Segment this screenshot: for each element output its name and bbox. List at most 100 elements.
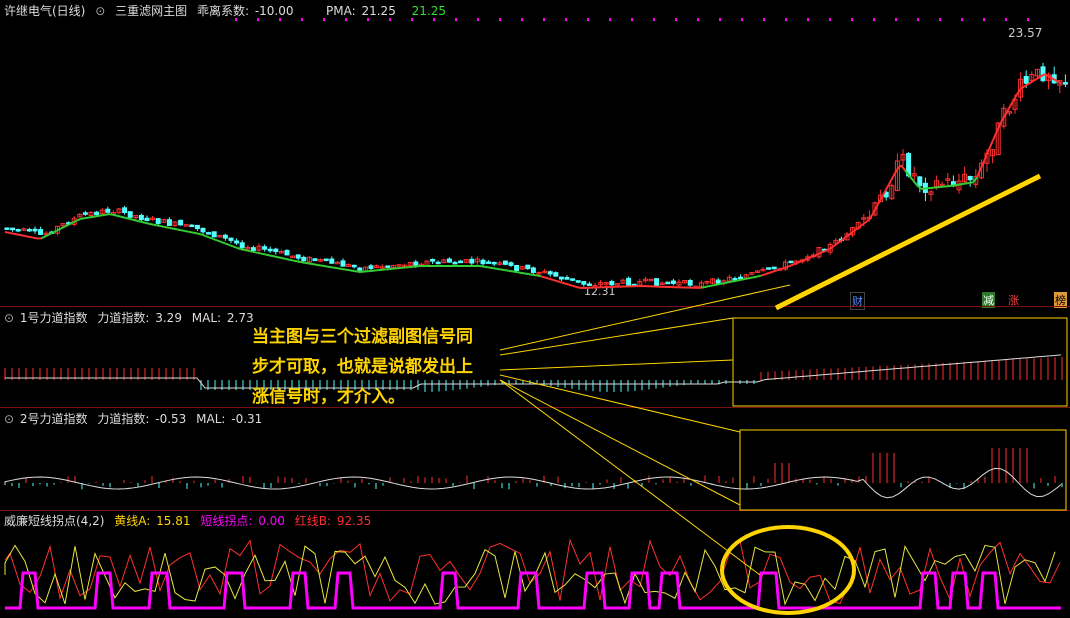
candle-body xyxy=(222,234,228,239)
signal-dot xyxy=(631,18,633,21)
moving-average-segment xyxy=(104,213,110,216)
moving-average-segment xyxy=(556,280,562,284)
force2-ma-line xyxy=(4,467,1062,499)
candle-body xyxy=(530,267,536,273)
candle-body xyxy=(586,283,592,286)
moving-average-segment xyxy=(516,271,522,274)
candle-body xyxy=(570,278,576,281)
moving-average-segment xyxy=(64,223,70,228)
moving-average-segment xyxy=(1024,82,1030,87)
annotation-line-3: 涨信号时，才介入。 xyxy=(252,387,405,407)
moving-average-segment xyxy=(96,214,102,218)
moving-average-segment xyxy=(204,234,210,239)
moving-average-segment xyxy=(88,215,94,219)
moving-average-segment xyxy=(24,235,30,238)
candle-body xyxy=(553,272,559,277)
chart-canvas[interactable] xyxy=(0,0,1070,618)
moving-average-segment xyxy=(128,217,134,221)
moving-average-segment xyxy=(12,232,18,236)
signal-dot xyxy=(543,18,545,21)
signal-dot xyxy=(279,18,281,21)
moving-average-segment xyxy=(336,267,342,270)
moving-average-segment xyxy=(252,250,258,254)
candle-body xyxy=(284,249,290,256)
signal-dot xyxy=(587,18,589,21)
candle-body xyxy=(480,259,486,265)
moving-average-segment xyxy=(520,271,526,275)
candle-body xyxy=(234,240,240,244)
moving-average-segment xyxy=(348,269,354,272)
moving-average-segment xyxy=(772,269,778,273)
moving-average-segment xyxy=(340,267,346,271)
moving-average-segment xyxy=(492,267,498,270)
signal-dot xyxy=(433,18,435,21)
candle-body xyxy=(312,258,318,262)
moving-average-segment xyxy=(248,249,254,253)
moving-average-segment xyxy=(332,266,338,270)
candle-body xyxy=(301,256,307,262)
moving-average-segment xyxy=(860,221,866,227)
moving-average-segment xyxy=(268,254,274,258)
moving-average-segment xyxy=(948,184,954,188)
moving-average-segment xyxy=(488,266,494,270)
moving-average-segment xyxy=(720,282,726,285)
signal-dot xyxy=(367,18,369,21)
candle-body xyxy=(665,281,671,285)
candle-body xyxy=(575,280,581,283)
moving-average-segment xyxy=(700,286,706,289)
moving-average-segment xyxy=(564,282,570,286)
moving-average-segment xyxy=(108,213,114,216)
signal-dot xyxy=(873,18,875,21)
candle-body xyxy=(273,248,279,253)
signal-dot xyxy=(675,18,677,21)
connector-line xyxy=(499,379,741,506)
moving-average-segment xyxy=(164,226,170,229)
signal-dot xyxy=(895,18,897,21)
moving-average-segment xyxy=(84,216,90,220)
candle-body xyxy=(138,214,144,221)
candle-body xyxy=(738,276,744,280)
moving-average-segment xyxy=(112,213,118,217)
moving-average-segment xyxy=(140,220,146,224)
candle-body xyxy=(105,208,111,213)
moving-average-segment xyxy=(20,234,26,237)
moving-average-segment xyxy=(736,278,742,282)
candle-body xyxy=(491,261,497,265)
candle-body xyxy=(771,266,777,270)
candle-body xyxy=(687,280,693,286)
moving-average-segment xyxy=(540,275,546,279)
candle-body xyxy=(502,260,508,265)
moving-average-segment xyxy=(716,282,722,286)
moving-average-segment xyxy=(504,269,510,272)
signal-dot xyxy=(939,18,941,21)
signal-dot xyxy=(1027,18,1029,21)
moving-average-segment xyxy=(548,277,554,281)
moving-average-segment xyxy=(232,245,238,249)
moving-average-segment xyxy=(236,246,242,251)
moving-average-segment xyxy=(324,265,330,268)
moving-average-segment xyxy=(844,233,850,239)
candle-body xyxy=(581,281,587,285)
signal-dot xyxy=(719,18,721,21)
candle-body xyxy=(94,211,100,216)
moving-average-segment xyxy=(264,253,270,257)
moving-average-segment xyxy=(144,221,150,225)
candle-body xyxy=(200,227,206,233)
moving-average-segment xyxy=(280,256,286,260)
candle-body xyxy=(351,264,357,268)
candle-body xyxy=(155,218,161,224)
moving-average-segment xyxy=(184,230,190,233)
signal-dot xyxy=(565,18,567,21)
candle-body xyxy=(514,264,520,271)
candle-body xyxy=(413,261,419,266)
signal-dot xyxy=(763,18,765,21)
moving-average-segment xyxy=(124,216,130,220)
moving-average-segment xyxy=(724,281,730,284)
candle-body xyxy=(368,265,374,269)
moving-average-segment xyxy=(344,268,350,272)
moving-average-segment xyxy=(32,236,38,240)
moving-average-segment xyxy=(964,181,970,185)
moving-average-segment xyxy=(136,219,142,223)
moving-average-segment xyxy=(276,256,282,259)
trend-line xyxy=(774,173,1042,311)
